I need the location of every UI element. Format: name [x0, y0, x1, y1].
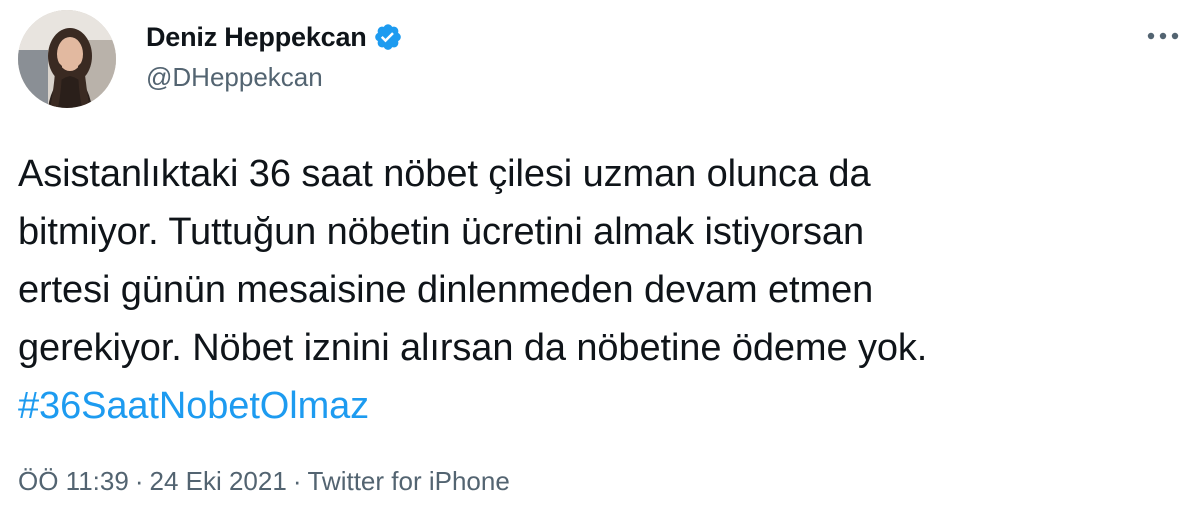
tweet-source-link[interactable]: Twitter for iPhone: [307, 466, 509, 496]
author-name-row[interactable]: Deniz Heppekcan: [146, 18, 403, 56]
tweet-text-line: gerekiyor. Nöbet iznini alırsan da nöbet…: [18, 327, 928, 369]
tweet-timestamp-link[interactable]: ÖÖ 11:39 · 24 Eki 2021: [18, 466, 287, 496]
tweet-time: ÖÖ 11:39: [18, 466, 129, 496]
tweet-meta: ÖÖ 11:39 · 24 Eki 2021 · Twitter for iPhone: [18, 466, 510, 497]
hashtag-link[interactable]: #36SaatNobetOlmaz: [18, 385, 369, 427]
avatar[interactable]: [18, 10, 116, 108]
author-info: Deniz Heppekcan @DHeppekcan: [146, 18, 403, 93]
meta-separator: ·: [134, 466, 144, 496]
tweet-card: Deniz Heppekcan @DHeppekcan Asistanlıkta…: [0, 0, 1200, 520]
tweet-text: Asistanlıktaki 36 saat nöbet çilesi uzma…: [18, 145, 1188, 435]
verified-badge-icon: [373, 22, 403, 52]
tweet-text-line: bitmiyor. Tuttuğun nöbetin ücretini alma…: [18, 211, 864, 253]
author-display-name[interactable]: Deniz Heppekcan: [146, 22, 367, 53]
author-handle[interactable]: @DHeppekcan: [146, 62, 403, 93]
more-horizontal-icon: [1147, 32, 1179, 40]
meta-separator: ·: [292, 466, 302, 496]
tweet-date: 24 Eki 2021: [149, 466, 287, 496]
tweet-text-line: ertesi günün mesaisine dinlenmeden devam…: [18, 269, 874, 311]
avatar-photo: [18, 10, 116, 108]
tweet-text-line: Asistanlıktaki 36 saat nöbet çilesi uzma…: [18, 153, 871, 195]
more-options-button[interactable]: [1140, 18, 1186, 54]
